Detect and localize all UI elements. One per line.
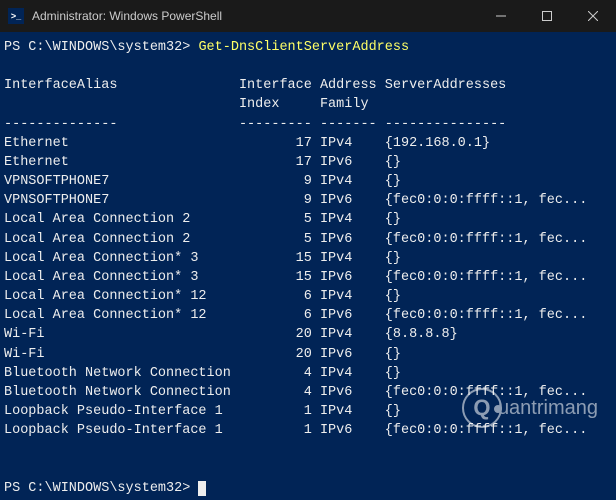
prompt: PS C:\WINDOWS\system32> bbox=[4, 481, 198, 496]
table-row: Bluetooth Network Connection 4 IPv4 {} bbox=[4, 366, 401, 381]
terminal-output[interactable]: PS C:\WINDOWS\system32> Get-DnsClientSer… bbox=[0, 32, 616, 500]
table-row: Bluetooth Network Connection 4 IPv6 {fec… bbox=[4, 385, 587, 400]
maximize-button[interactable] bbox=[524, 0, 570, 32]
minimize-icon bbox=[496, 11, 506, 21]
table-row: VPNSOFTPHONE7 9 IPv6 {fec0:0:0:ffff::1, … bbox=[4, 193, 587, 208]
table-row: Local Area Connection* 3 15 IPv4 {} bbox=[4, 251, 401, 266]
command-text: Get-DnsClientServerAddress bbox=[198, 40, 409, 55]
table-row: Local Area Connection 2 5 IPv6 {fec0:0:0… bbox=[4, 232, 587, 247]
table-row: Loopback Pseudo-Interface 1 1 IPv4 {} bbox=[4, 404, 401, 419]
table-row: Local Area Connection* 12 6 IPv4 {} bbox=[4, 289, 401, 304]
window-controls bbox=[478, 0, 616, 32]
column-headers-2: Index Family bbox=[4, 97, 385, 112]
table-row: VPNSOFTPHONE7 9 IPv4 {} bbox=[4, 174, 401, 189]
table-row: Ethernet 17 IPv4 {192.168.0.1} bbox=[4, 136, 490, 151]
minimize-button[interactable] bbox=[478, 0, 524, 32]
maximize-icon bbox=[542, 11, 552, 21]
table-row: Loopback Pseudo-Interface 1 1 IPv6 {fec0… bbox=[4, 423, 587, 438]
table-row: Wi-Fi 20 IPv6 {} bbox=[4, 347, 401, 362]
titlebar[interactable]: >_ Administrator: Windows PowerShell bbox=[0, 0, 616, 32]
close-icon bbox=[588, 11, 598, 21]
cursor bbox=[198, 481, 206, 496]
header-separator: -------------- --------- ------- -------… bbox=[4, 117, 506, 132]
table-row: Local Area Connection* 3 15 IPv6 {fec0:0… bbox=[4, 270, 587, 285]
column-headers: InterfaceAlias Interface Address ServerA… bbox=[4, 78, 506, 93]
table-row: Wi-Fi 20 IPv4 {8.8.8.8} bbox=[4, 327, 458, 342]
powershell-icon: >_ bbox=[8, 8, 24, 24]
table-row: Local Area Connection 2 5 IPv4 {} bbox=[4, 212, 401, 227]
window-title: Administrator: Windows PowerShell bbox=[32, 9, 478, 23]
table-row: Ethernet 17 IPv6 {} bbox=[4, 155, 401, 170]
table-row: Local Area Connection* 12 6 IPv6 {fec0:0… bbox=[4, 308, 587, 323]
close-button[interactable] bbox=[570, 0, 616, 32]
prompt: PS C:\WINDOWS\system32> bbox=[4, 40, 198, 55]
powershell-window: >_ Administrator: Windows PowerShell PS … bbox=[0, 0, 616, 500]
